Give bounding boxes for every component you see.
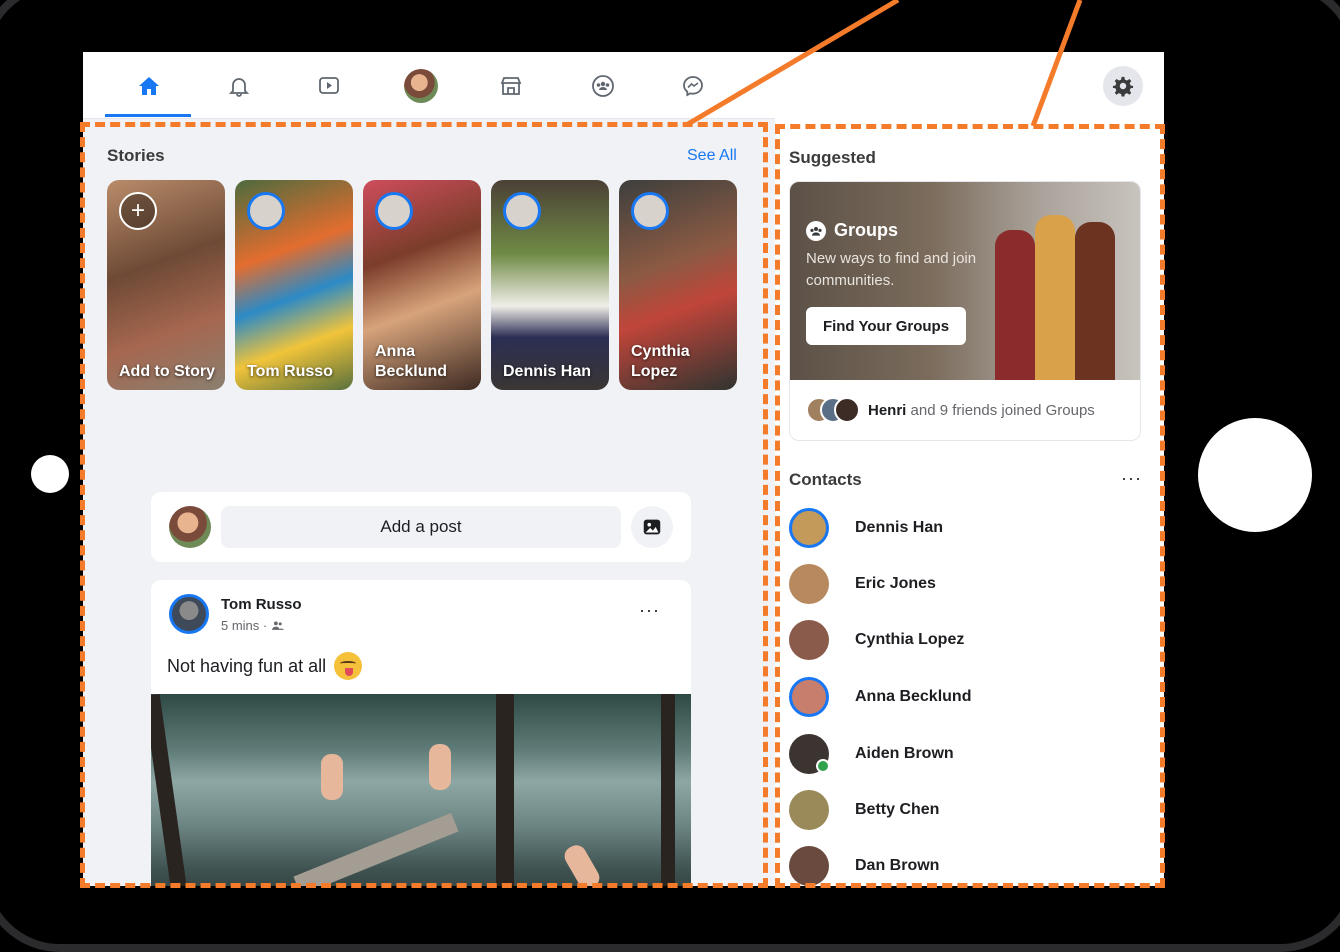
callout-lines	[686, 0, 1083, 127]
callout-line	[1030, 0, 1083, 127]
callout-line	[686, 0, 900, 127]
tablet-device: Stories See All + Add to Story Tom Russo…	[0, 0, 1340, 952]
